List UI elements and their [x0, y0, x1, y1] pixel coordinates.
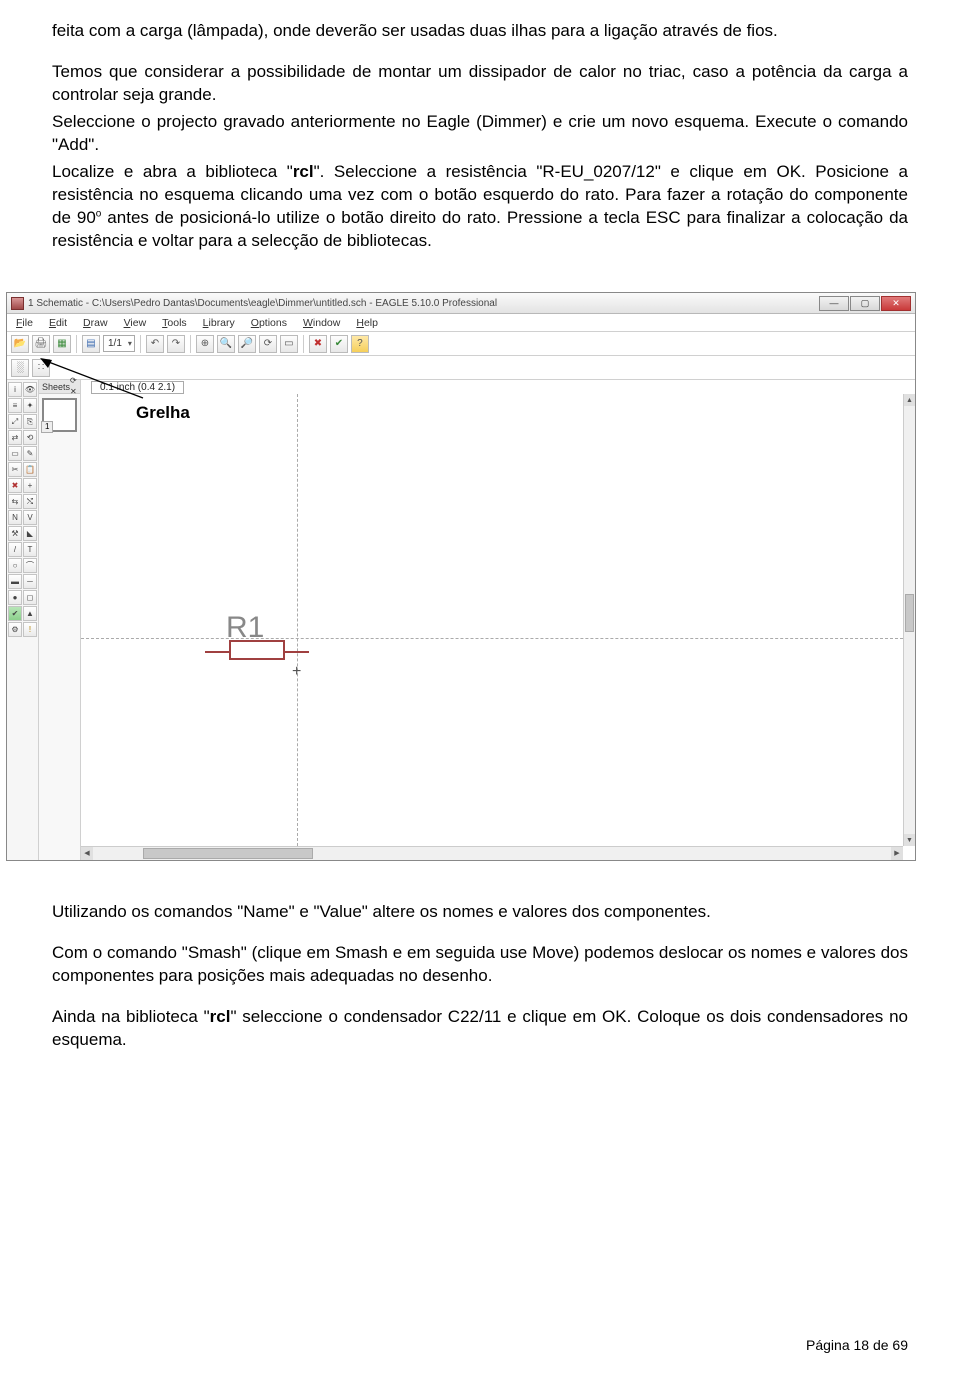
- show-tool[interactable]: 👁: [23, 382, 37, 397]
- copy-tool[interactable]: ⎘: [23, 414, 37, 429]
- coord-display: 0.1 inch (0.4 2.1): [91, 381, 184, 394]
- smash-tool[interactable]: ⚒: [8, 526, 22, 541]
- redo-icon[interactable]: ↷: [167, 335, 185, 353]
- paragraph: Ainda na biblioteca "rcl" seleccione o c…: [52, 1006, 908, 1052]
- paragraph: Temos que considerar a possibilidade de …: [52, 61, 908, 107]
- mark-tool[interactable]: ✦: [23, 398, 37, 413]
- sheets-panel: Sheets ⟳ ✕ 1: [39, 380, 81, 860]
- text-tool[interactable]: ⌒: [23, 558, 37, 573]
- label-tool[interactable]: ◻: [23, 590, 37, 605]
- value-tool[interactable]: V: [23, 510, 37, 525]
- zoom-combo[interactable]: 1/1: [103, 335, 135, 352]
- minimize-button[interactable]: —: [819, 296, 849, 311]
- page-number: Página 18 de 69: [806, 1336, 908, 1355]
- eagle-window: 1 Schematic - C:\Users\Pedro Dantas\Docu…: [6, 292, 916, 861]
- resistor-symbol: [229, 640, 285, 660]
- sheets-title: Sheets: [42, 381, 70, 393]
- sheet-icon[interactable]: ▤: [82, 335, 100, 353]
- split-tool[interactable]: /: [8, 542, 22, 557]
- toolbar-grid: ░ ∷: [7, 356, 915, 380]
- paragraph: Localize e abra a biblioteca "rcl". Sele…: [52, 161, 908, 253]
- change-tool[interactable]: ✎: [23, 446, 37, 461]
- menu-draw[interactable]: Draw: [78, 315, 113, 331]
- grid-dots-icon[interactable]: ∷: [32, 359, 50, 377]
- gateswap-tool[interactable]: ⤭: [23, 494, 37, 509]
- close-button[interactable]: ✕: [881, 296, 911, 311]
- annotation-label: Grelha: [136, 402, 190, 425]
- help-icon[interactable]: ?: [351, 335, 369, 353]
- menu-tools[interactable]: Tools: [157, 315, 192, 331]
- sheet-thumbnail[interactable]: 1: [42, 398, 77, 432]
- layers-tool[interactable]: ≡: [8, 398, 22, 413]
- net-tool[interactable]: ─: [23, 574, 37, 589]
- zoom-select-icon[interactable]: ▭: [280, 335, 298, 353]
- paragraph: feita com a carga (lâmpada), onde deverã…: [52, 20, 908, 43]
- board-icon[interactable]: ▦: [53, 335, 71, 353]
- wire-tool[interactable]: ○: [8, 558, 22, 573]
- errors-tool[interactable]: ▲: [23, 606, 37, 621]
- info-tool[interactable]: i: [8, 382, 22, 397]
- add-tool[interactable]: +: [23, 478, 37, 493]
- menu-library[interactable]: Library: [198, 315, 240, 331]
- go-icon[interactable]: ✔: [330, 335, 348, 353]
- menu-window[interactable]: Window: [298, 315, 345, 331]
- rotate-tool[interactable]: ⟲: [23, 430, 37, 445]
- window-title: 1 Schematic - C:\Users\Pedro Dantas\Docu…: [28, 297, 497, 311]
- grid-icon[interactable]: ░: [11, 359, 29, 377]
- pinswap-tool[interactable]: ⇆: [8, 494, 22, 509]
- crosshair-vertical: [297, 394, 298, 846]
- undo-icon[interactable]: ↶: [146, 335, 164, 353]
- cut-tool[interactable]: ✂: [8, 462, 22, 477]
- dim-tool[interactable]: !: [23, 622, 37, 637]
- window-titlebar: 1 Schematic - C:\Users\Pedro Dantas\Docu…: [7, 293, 915, 314]
- paragraph: Seleccione o projecto gravado anteriorme…: [52, 111, 908, 157]
- paste-tool[interactable]: 📋: [23, 462, 37, 477]
- maximize-button[interactable]: ▢: [850, 296, 880, 311]
- zoom-in-icon[interactable]: 🔍: [217, 335, 235, 353]
- toolbar-main: 📂 🖨 ▦ ▤ 1/1 ↶ ↷ ⊕ 🔍 🔎 ⟳ ▭ ✖ ✔ ?: [7, 332, 915, 356]
- screenshot-figure: 1 Schematic - C:\Users\Pedro Dantas\Docu…: [6, 292, 956, 861]
- invoke-tool[interactable]: T: [23, 542, 37, 557]
- miter-tool[interactable]: ◣: [23, 526, 37, 541]
- erc-tool[interactable]: ✔: [8, 606, 22, 621]
- sheet-number: 1: [41, 421, 53, 434]
- vertical-scrollbar[interactable]: ▲ ▼: [903, 394, 915, 846]
- attr-tool[interactable]: ⚙: [8, 622, 22, 637]
- cursor-crosshair-icon: +: [292, 661, 301, 683]
- open-icon[interactable]: 📂: [11, 335, 29, 353]
- tool-palette: i👁 ≡✦ ⤢⎘ ⇄⟲ ▭✎ ✂📋 ✖+ ⇆⤭ NV ⚒◣ /T ○⌒ ▬─ ●…: [7, 380, 39, 860]
- crosshair-horizontal: [81, 638, 903, 639]
- cancel-icon[interactable]: ✖: [309, 335, 327, 353]
- paragraph: Utilizando os comandos "Name" e "Value" …: [52, 901, 908, 924]
- junction-tool[interactable]: ●: [8, 590, 22, 605]
- delete-tool[interactable]: ✖: [8, 478, 22, 493]
- group-tool[interactable]: ▭: [8, 446, 22, 461]
- menu-view[interactable]: View: [119, 315, 152, 331]
- bus-tool[interactable]: ▬: [8, 574, 22, 589]
- menubar: File Edit Draw View Tools Library Option…: [7, 314, 915, 332]
- horizontal-scrollbar[interactable]: ◀ ▶: [81, 846, 903, 860]
- name-tool[interactable]: N: [8, 510, 22, 525]
- mirror-tool[interactable]: ⇄: [8, 430, 22, 445]
- zoom-redraw-icon[interactable]: ⟳: [259, 335, 277, 353]
- zoom-out-icon[interactable]: 🔎: [238, 335, 256, 353]
- menu-edit[interactable]: Edit: [44, 315, 72, 331]
- canvas-area[interactable]: 0.1 inch (0.4 2.1) R1 + ▲: [81, 380, 915, 860]
- app-icon: [11, 297, 24, 310]
- sheets-controls[interactable]: ⟳ ✕: [70, 376, 77, 398]
- editor-body: i👁 ≡✦ ⤢⎘ ⇄⟲ ▭✎ ✂📋 ✖+ ⇆⤭ NV ⚒◣ /T ○⌒ ▬─ ●…: [7, 380, 915, 860]
- schematic-canvas[interactable]: R1 +: [81, 394, 903, 846]
- move-tool[interactable]: ⤢: [8, 414, 22, 429]
- print-icon[interactable]: 🖨: [32, 335, 50, 353]
- menu-options[interactable]: Options: [246, 315, 292, 331]
- menu-help[interactable]: Help: [351, 315, 383, 331]
- menu-file[interactable]: File: [11, 315, 38, 331]
- zoom-fit-icon[interactable]: ⊕: [196, 335, 214, 353]
- paragraph: Com o comando "Smash" (clique em Smash e…: [52, 942, 908, 988]
